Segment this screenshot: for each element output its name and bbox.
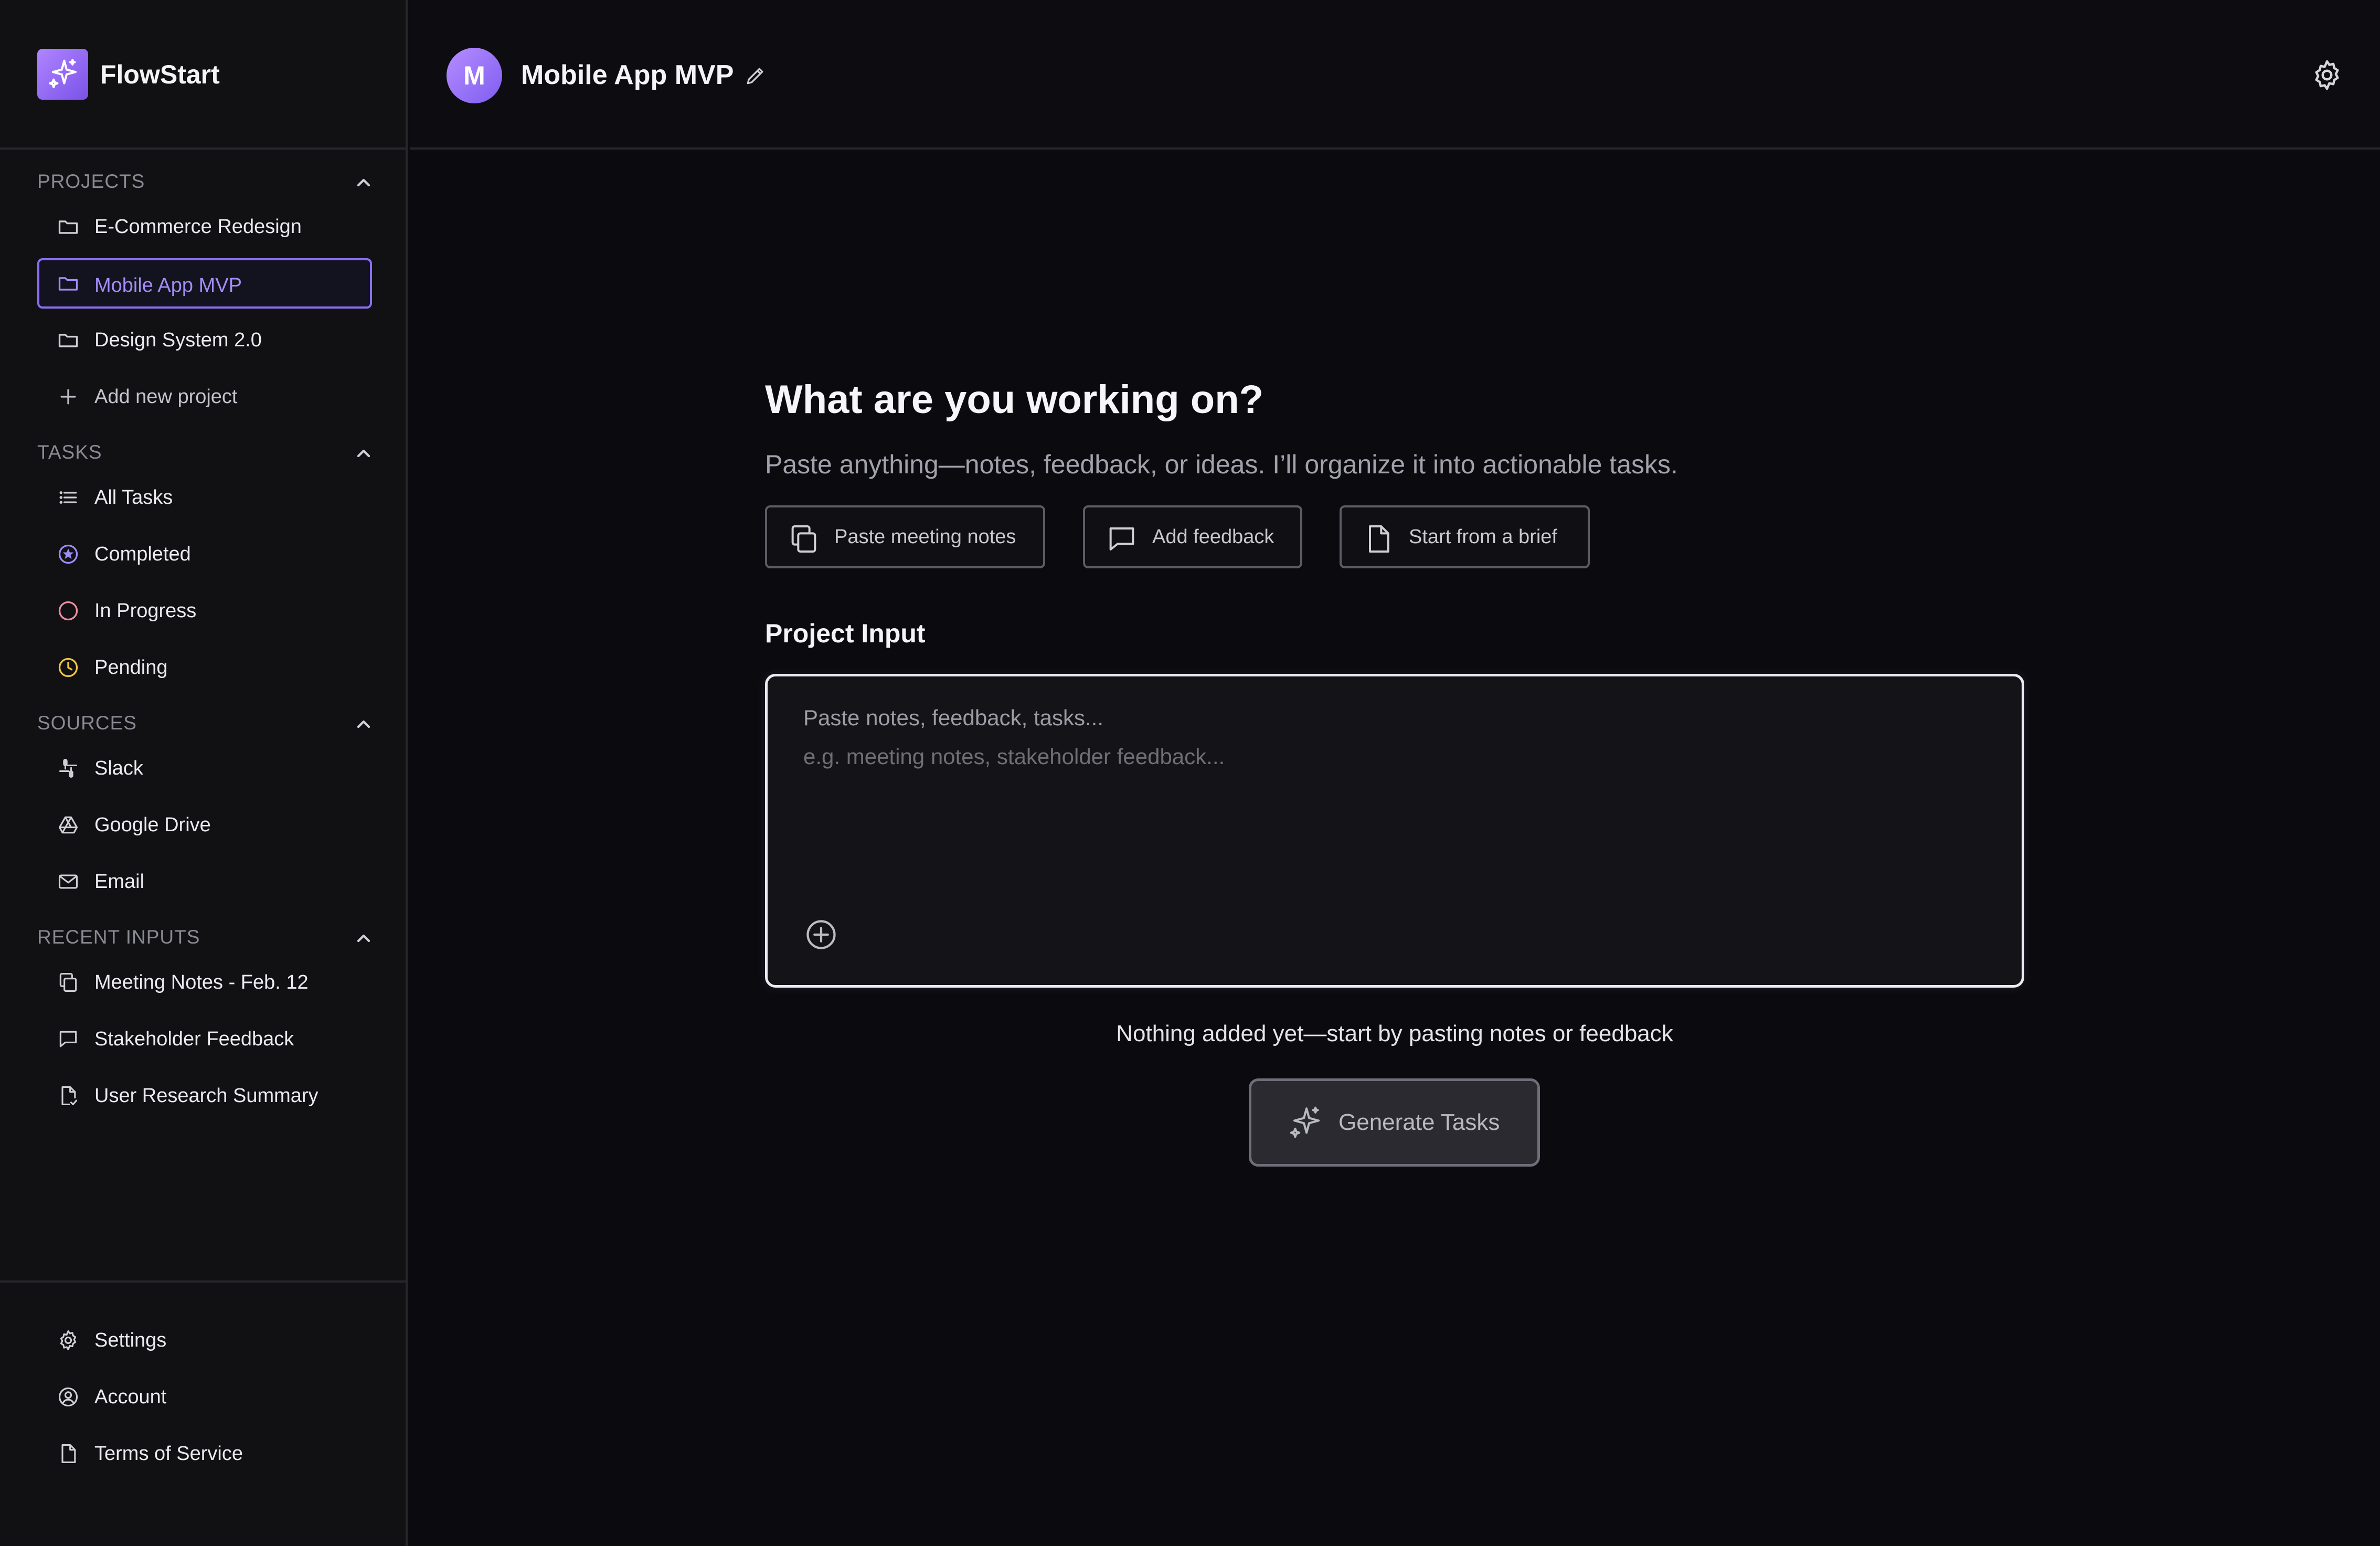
recent-inputs-section-header[interactable]: RECENT INPUTS	[37, 922, 373, 953]
sidebar-item-label: Mobile App MVP	[94, 274, 242, 297]
file-icon	[1362, 522, 1395, 556]
sidebar-item-label: User Research Summary	[94, 1085, 318, 1107]
pencil-icon[interactable]	[744, 64, 767, 87]
button-label: Paste meeting notes	[834, 526, 1016, 548]
folder-icon	[57, 272, 80, 295]
sidebar-item-label: All Tasks	[94, 486, 173, 509]
paste-meeting-notes-button[interactable]: Paste meeting notes	[765, 505, 1045, 568]
projects-section-title: PROJECTS	[37, 171, 145, 192]
sidebar-item-email[interactable]: Email	[37, 856, 372, 907]
empty-state-note: Nothing added yet—start by pasting notes…	[1116, 1021, 1673, 1046]
folder-icon	[57, 329, 80, 352]
sidebar-item-label: Pending	[94, 656, 168, 679]
sidebar-item-account[interactable]: Account	[37, 1372, 372, 1422]
top-header: M Mobile App MVP	[410, 0, 2380, 150]
plus-icon	[57, 385, 80, 408]
add-feedback-button[interactable]: Add feedback	[1083, 505, 1302, 568]
sidebar-item-label: Terms of Service	[94, 1443, 243, 1465]
projects-section-header[interactable]: PROJECTS	[37, 166, 373, 197]
generate-tasks-button[interactable]: Generate Tasks	[1249, 1078, 1540, 1167]
sidebar-item-stakeholder-feedback[interactable]: Stakeholder Feedback	[37, 1014, 372, 1064]
chevron-up-icon[interactable]	[353, 928, 374, 949]
sidebar-item-e-commerce-redesign[interactable]: E-Commerce Redesign	[37, 202, 372, 252]
button-label: Add feedback	[1152, 526, 1274, 548]
input-placeholder: Paste notes, feedback, tasks...	[803, 705, 1103, 730]
sidebar: FlowStart PROJECTS E-Commerce Redesign M…	[0, 0, 408, 1546]
folder-icon	[57, 215, 80, 238]
copy-icon	[57, 971, 80, 994]
input-example-hint: e.g. meeting notes, stakeholder feedback…	[803, 744, 1225, 769]
sidebar-item-label: Design System 2.0	[94, 329, 262, 351]
sparkle-icon	[1285, 1104, 1324, 1142]
add-attachment-icon[interactable]	[803, 917, 839, 952]
app-name: FlowStart	[100, 60, 220, 89]
project-avatar: M	[447, 48, 502, 103]
sources-section-header[interactable]: SOURCES	[37, 707, 373, 739]
sidebar-item-google-drive[interactable]: Google Drive	[37, 800, 372, 850]
gear-icon[interactable]	[2310, 58, 2344, 92]
file-icon	[57, 1442, 80, 1465]
gear-icon	[57, 1329, 80, 1352]
star-circle-icon	[57, 543, 80, 566]
sidebar-item-label: Settings	[94, 1329, 167, 1351]
tasks-section-header[interactable]: TASKS	[37, 437, 373, 468]
sidebar-item-label: Email	[94, 871, 145, 893]
user-circle-icon	[57, 1385, 80, 1409]
chevron-up-icon[interactable]	[353, 172, 374, 193]
sidebar-item-label: Slack	[94, 757, 143, 779]
sidebar-item-settings[interactable]: Settings	[37, 1315, 372, 1365]
main-heading: What are you working on?	[765, 377, 1264, 422]
sidebar-item-all-tasks[interactable]: All Tasks	[37, 472, 372, 523]
drive-icon	[57, 813, 80, 836]
sidebar-item-user-research-summary[interactable]: User Research Summary	[37, 1071, 372, 1121]
sidebar-item-label: Add new project	[94, 386, 238, 408]
slack-icon	[57, 757, 80, 780]
chevron-up-icon[interactable]	[353, 714, 374, 735]
list-icon	[57, 486, 80, 509]
sidebar-item-mobile-app-mvp[interactable]: Mobile App MVP	[37, 258, 372, 309]
sidebar-item-label: Account	[94, 1386, 167, 1408]
project-input-label: Project Input	[765, 619, 926, 648]
sidebar-footer: Settings Account Terms of Service	[0, 1280, 406, 1546]
add-project-button[interactable]: Add new project	[37, 372, 372, 422]
sidebar-item-label: Google Drive	[94, 814, 211, 836]
file-check-icon	[57, 1084, 80, 1107]
sidebar-item-completed[interactable]: Completed	[37, 529, 372, 579]
message-icon	[57, 1028, 80, 1051]
button-label: Generate Tasks	[1338, 1109, 1500, 1135]
sidebar-item-terms-of-service[interactable]: Terms of Service	[37, 1428, 372, 1479]
sidebar-item-label: Completed	[94, 543, 191, 565]
main-subtitle: Paste anything—notes, feedback, or ideas…	[765, 450, 1678, 479]
message-icon	[1105, 522, 1139, 556]
button-label: Start from a brief	[1409, 526, 1557, 548]
sidebar-item-design-system[interactable]: Design System 2.0	[37, 315, 372, 365]
sources-section-title: SOURCES	[37, 712, 137, 734]
sidebar-item-slack[interactable]: Slack	[37, 743, 372, 793]
sparkle-logo-icon	[37, 49, 88, 100]
sidebar-item-label: Stakeholder Feedback	[94, 1028, 294, 1050]
chevron-up-icon[interactable]	[353, 443, 374, 464]
brand-header: FlowStart	[0, 0, 406, 150]
sidebar-item-label: E-Commerce Redesign	[94, 216, 302, 238]
clock-icon	[57, 656, 80, 679]
page-title: Mobile App MVP	[521, 60, 734, 90]
sidebar-item-label: In Progress	[94, 600, 197, 622]
start-from-brief-button[interactable]: Start from a brief	[1340, 505, 1590, 568]
sidebar-item-label: Meeting Notes - Feb. 12	[94, 971, 309, 993]
sidebar-item-pending[interactable]: Pending	[37, 642, 372, 693]
project-input-field[interactable]: Paste notes, feedback, tasks... e.g. mee…	[765, 674, 2024, 988]
sidebar-item-meeting-notes[interactable]: Meeting Notes - Feb. 12	[37, 957, 372, 1008]
circle-icon	[57, 599, 80, 622]
tasks-section-title: TASKS	[37, 441, 102, 463]
sidebar-item-in-progress[interactable]: In Progress	[37, 586, 372, 636]
mail-icon	[57, 870, 80, 893]
recent-inputs-section-title: RECENT INPUTS	[37, 926, 200, 948]
copy-icon	[787, 522, 821, 556]
